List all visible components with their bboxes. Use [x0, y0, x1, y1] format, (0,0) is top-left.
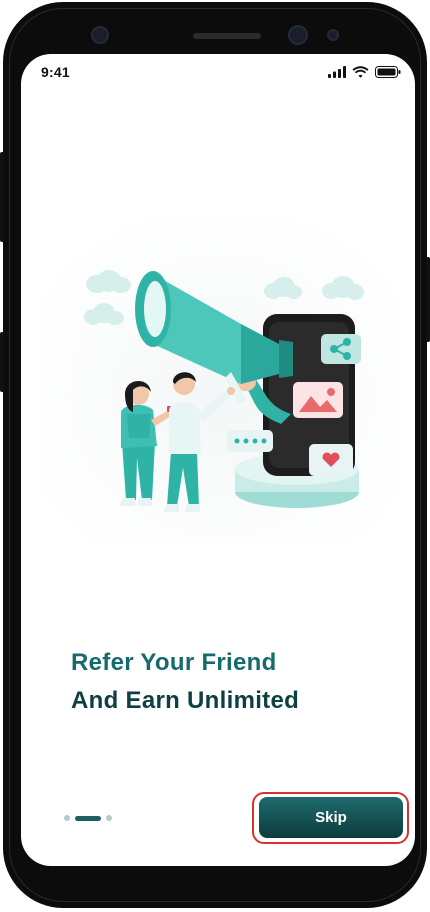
onboarding-headline: Refer Your Friend And Earn Unlimited: [71, 644, 299, 720]
earpiece-speaker: [193, 33, 261, 39]
headline-line-2: And Earn Unlimited: [71, 687, 300, 714]
power-button: [426, 257, 430, 342]
light-sensor-icon: [327, 29, 339, 41]
screen: 9:41 Refer Your Friend And Earn Unlimite…: [21, 54, 415, 866]
front-camera-icon: [91, 26, 109, 44]
status-time: 9:41: [41, 64, 70, 80]
page-dot-3[interactable]: [106, 815, 112, 821]
referral-illustration: [41, 214, 401, 544]
headline-line-1: Refer Your Friend: [71, 649, 277, 676]
battery-icon: [375, 66, 401, 78]
status-bar: 9:41: [21, 54, 415, 90]
page-dot-2-active[interactable]: [75, 815, 101, 821]
status-icons: [328, 66, 401, 78]
skip-button[interactable]: Skip: [259, 797, 403, 838]
wifi-icon: [352, 66, 369, 78]
phone-frame: 9:41 Refer Your Friend And Earn Unlimite…: [0, 2, 430, 908]
volume-button: [0, 152, 4, 242]
bixby-button: [0, 332, 4, 392]
page-indicator: [64, 815, 112, 821]
signal-icon: [328, 66, 346, 78]
page-dot-1[interactable]: [64, 815, 70, 821]
proximity-sensor-icon: [288, 25, 308, 45]
